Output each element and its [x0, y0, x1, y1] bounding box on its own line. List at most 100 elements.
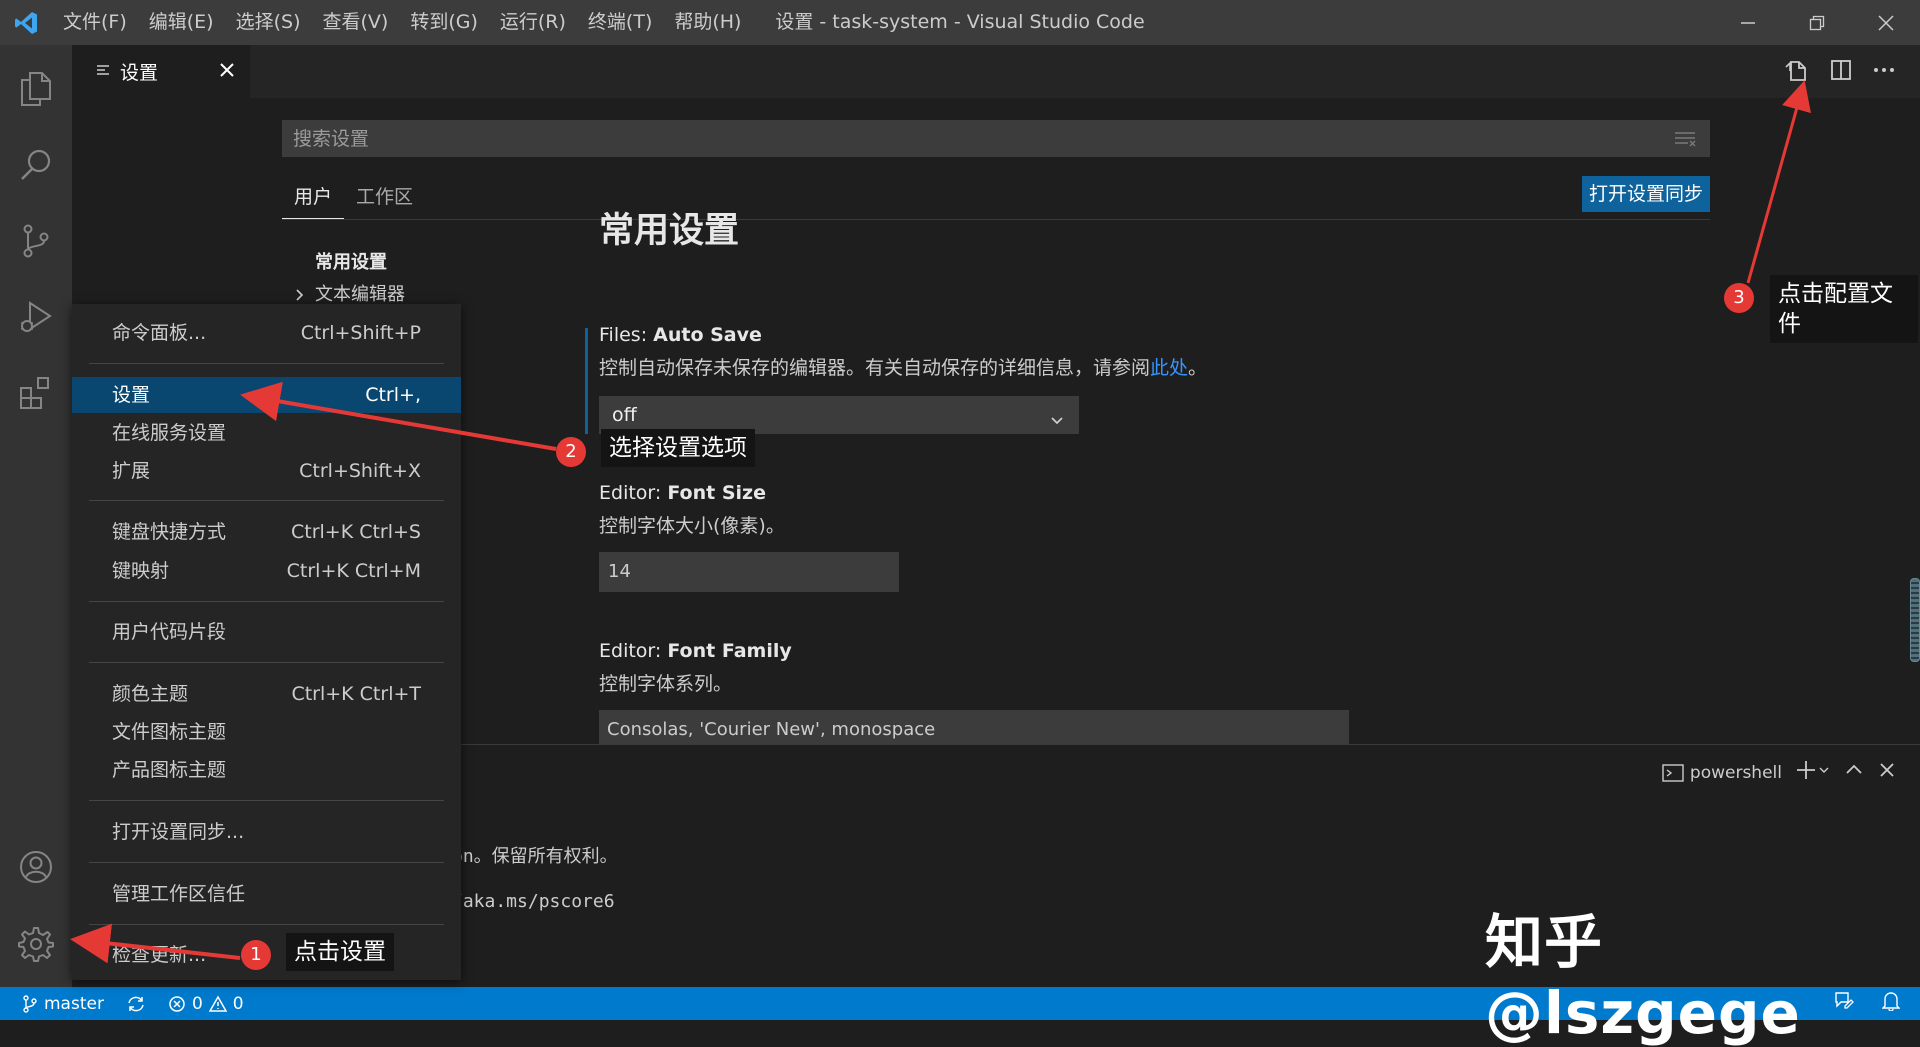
settings-scope-tabs: 用户 工作区 打开设置同步: [282, 174, 1710, 220]
menu-keyboard-shortcuts[interactable]: 键盘快捷方式 Ctrl+K Ctrl+S: [72, 514, 461, 550]
menu-color-theme[interactable]: 颜色主题 Ctrl+K Ctrl+T: [72, 676, 461, 712]
new-terminal-button[interactable]: [1796, 759, 1830, 786]
settings-search-input[interactable]: [291, 126, 1591, 151]
search-button[interactable]: [0, 129, 72, 201]
menu-view[interactable]: 查看(V): [312, 0, 400, 45]
menu-item-label: 设置: [112, 384, 151, 406]
sync-icon: [128, 996, 144, 1011]
manage-button[interactable]: [0, 908, 72, 980]
setting-font-family: Editor: Font Family 控制字体系列。: [599, 640, 792, 696]
setting-desc-end: 。: [1188, 357, 1208, 379]
extensions-button[interactable]: [0, 357, 72, 429]
terminal-output-line: /aka.ms/pscore6: [452, 891, 615, 912]
account-icon: [20, 851, 52, 883]
split-editor-icon: [1831, 59, 1851, 80]
setting-desc-text: 控制自动保存未保存的编辑器。有关自动保存的详细信息，请参阅: [599, 357, 1151, 379]
menu-product-icon-theme[interactable]: 产品图标主题: [72, 752, 461, 788]
minimize-icon: [1740, 21, 1755, 24]
tab-user[interactable]: 用户: [282, 174, 345, 219]
watermark: 知乎 @lszgege: [1485, 908, 1801, 1047]
setting-category: Files:: [599, 324, 654, 346]
source-control-button[interactable]: [0, 205, 72, 277]
warning-icon: [208, 994, 227, 1012]
tab-settings[interactable]: 设置: [72, 45, 250, 98]
menu-item-label: 命令面板...: [112, 322, 207, 344]
run-debug-icon: [21, 301, 52, 332]
menu-run[interactable]: 运行(R): [489, 0, 577, 45]
restore-icon: [1809, 15, 1824, 30]
menu-manage-workspace-trust[interactable]: 管理工作区信任: [72, 876, 461, 912]
setting-category: Editor:: [599, 640, 668, 662]
menu-item-label: 键盘快捷方式: [112, 521, 227, 543]
git-branch[interactable]: master: [22, 994, 104, 1014]
menu-extensions[interactable]: 扩展 Ctrl+Shift+X: [72, 453, 461, 489]
tab-close-icon[interactable]: [216, 59, 238, 86]
menu-user-snippets[interactable]: 用户代码片段: [72, 614, 461, 650]
menu-item-label: 键映射: [112, 560, 170, 582]
menu-help[interactable]: 帮助(H): [663, 0, 752, 45]
chevron-up-icon: [1846, 764, 1862, 774]
callout-step-3: 点击配置文件: [1770, 275, 1918, 343]
menu-keymaps[interactable]: 键映射 Ctrl+K Ctrl+M: [72, 553, 461, 589]
problems-button[interactable]: 0 0: [168, 994, 244, 1014]
menu-file[interactable]: 文件(F): [52, 0, 138, 45]
menu-edit[interactable]: 编辑(E): [138, 0, 225, 45]
tab-label: 设置: [120, 62, 159, 84]
menu-terminal[interactable]: 终端(T): [577, 0, 663, 45]
restore-button[interactable]: [1782, 0, 1851, 45]
menu-item-label: 文件图标主题: [112, 721, 227, 743]
menu-item-shortcut: Ctrl+Shift+P: [300, 322, 421, 344]
menu-separator: [89, 363, 444, 364]
menu-go[interactable]: 转到(G): [399, 0, 489, 45]
auto-save-value: off: [612, 404, 637, 426]
scrollbar[interactable]: [1910, 578, 1920, 662]
font-size-input[interactable]: 14: [599, 552, 899, 592]
minimize-button[interactable]: [1713, 0, 1782, 45]
auto-save-link[interactable]: 此处: [1150, 357, 1188, 379]
menu-file-icon-theme[interactable]: 文件图标主题: [72, 714, 461, 750]
open-settings-sync-button[interactable]: 打开设置同步: [1581, 176, 1710, 212]
menu-item-label: 检查更新...: [112, 944, 207, 966]
run-debug-button[interactable]: [0, 281, 72, 353]
callout-step-1: 点击设置: [286, 933, 394, 971]
menu-separator: [89, 924, 444, 925]
open-settings-json-button[interactable]: [1784, 57, 1810, 87]
menu-online-services-settings[interactable]: 在线服务设置: [72, 415, 461, 451]
tab-workspace[interactable]: 工作区: [344, 174, 425, 219]
font-family-input[interactable]: Consolas, 'Courier New', monospace: [599, 710, 1349, 744]
setting-title: Editor: Font Size: [599, 482, 785, 504]
menu-settings[interactable]: 设置 Ctrl+,: [72, 377, 461, 413]
split-editor-button[interactable]: [1829, 58, 1853, 86]
warning-count: 0: [232, 993, 244, 1014]
plus-icon: [1797, 761, 1829, 779]
close-window-button[interactable]: [1851, 0, 1920, 45]
ellipsis-icon: [1874, 67, 1894, 72]
settings-toc: 常用设置 文本编辑器: [296, 248, 405, 312]
menu-item-label: 颜色主题: [112, 683, 189, 705]
explorer-button[interactable]: [0, 53, 72, 125]
sync-button[interactable]: [126, 995, 146, 1013]
more-actions-button[interactable]: [1872, 58, 1896, 86]
filter-icon[interactable]: [1674, 130, 1696, 152]
terminal-shell-name: powershell: [1689, 762, 1782, 783]
setting-description: 控制字体大小(像素)。: [599, 515, 785, 537]
setting-font-size: Editor: Font Size 控制字体大小(像素)。: [599, 482, 785, 538]
maximize-panel-button[interactable]: [1844, 760, 1864, 785]
setting-description: 控制自动保存未保存的编辑器。有关自动保存的详细信息，请参阅此处。: [599, 353, 1207, 380]
toc-text-editor-label: 文本编辑器: [315, 284, 405, 305]
accounts-button[interactable]: [0, 831, 72, 903]
activity-bar: [0, 45, 72, 987]
error-icon: [169, 995, 185, 1012]
menu-separator: [89, 601, 444, 602]
setting-name: Font Family: [667, 640, 792, 662]
toc-commonly-used[interactable]: 常用设置: [315, 248, 405, 280]
menu-selection[interactable]: 选择(S): [225, 0, 312, 45]
menu-command-palette[interactable]: 命令面板... Ctrl+Shift+P: [72, 315, 461, 351]
setting-title: Files: Auto Save: [599, 324, 1207, 346]
menu-item-label: 管理工作区信任: [112, 883, 246, 905]
menu-open-settings-sync[interactable]: 打开设置同步...: [72, 814, 461, 850]
setting-auto-save: Files: Auto Save 控制自动保存未保存的编辑器。有关自动保存的详细…: [599, 324, 1207, 380]
close-panel-button[interactable]: [1878, 761, 1896, 784]
chevron-down-icon: [1048, 406, 1066, 442]
terminal-selector[interactable]: powershell: [1662, 763, 1782, 783]
